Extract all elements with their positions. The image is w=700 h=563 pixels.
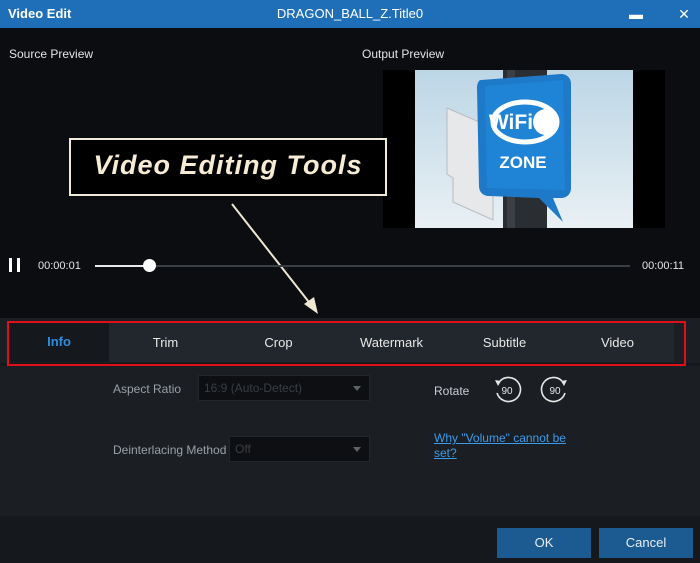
seek-bar-progress bbox=[95, 265, 149, 267]
aspect-ratio-label: Aspect Ratio bbox=[113, 382, 182, 396]
chevron-down-icon bbox=[353, 447, 361, 452]
rotate-right-icon: 90 bbox=[540, 376, 567, 403]
seek-bar[interactable] bbox=[95, 265, 630, 267]
callout-box: Video Editing Tools bbox=[69, 138, 387, 196]
footer bbox=[0, 516, 700, 563]
callout-text: Video Editing Tools bbox=[93, 150, 363, 180]
aspect-ratio-value: 16:9 (Auto-Detect) bbox=[204, 381, 303, 395]
rotate-right-button[interactable]: 90 bbox=[540, 375, 570, 405]
chevron-down-icon bbox=[353, 386, 361, 391]
deinterlacing-label: Deinterlacing Method bbox=[113, 443, 227, 457]
current-time: 00:00:01 bbox=[38, 260, 81, 272]
rotate-right-value: 90 bbox=[549, 386, 561, 397]
aspect-ratio-select[interactable]: 16:9 (Auto-Detect) bbox=[198, 375, 370, 401]
deinterlacing-select[interactable]: Off bbox=[229, 436, 370, 462]
tools-highlight-box bbox=[7, 321, 686, 366]
cancel-button[interactable]: Cancel bbox=[599, 528, 693, 558]
total-time: 00:00:11 bbox=[642, 260, 685, 272]
rotate-left-value: 90 bbox=[501, 386, 513, 397]
seek-handle[interactable] bbox=[142, 259, 156, 272]
volume-help-link[interactable]: Why "Volume" cannot be set? bbox=[434, 431, 574, 461]
pause-icon[interactable] bbox=[9, 258, 21, 272]
deinterlacing-value: Off bbox=[235, 442, 251, 456]
rotate-left-icon: 90 bbox=[495, 376, 522, 403]
rotate-label: Rotate bbox=[434, 384, 470, 398]
ok-button[interactable]: OK bbox=[497, 528, 591, 558]
rotate-left-button[interactable]: 90 bbox=[492, 375, 522, 405]
